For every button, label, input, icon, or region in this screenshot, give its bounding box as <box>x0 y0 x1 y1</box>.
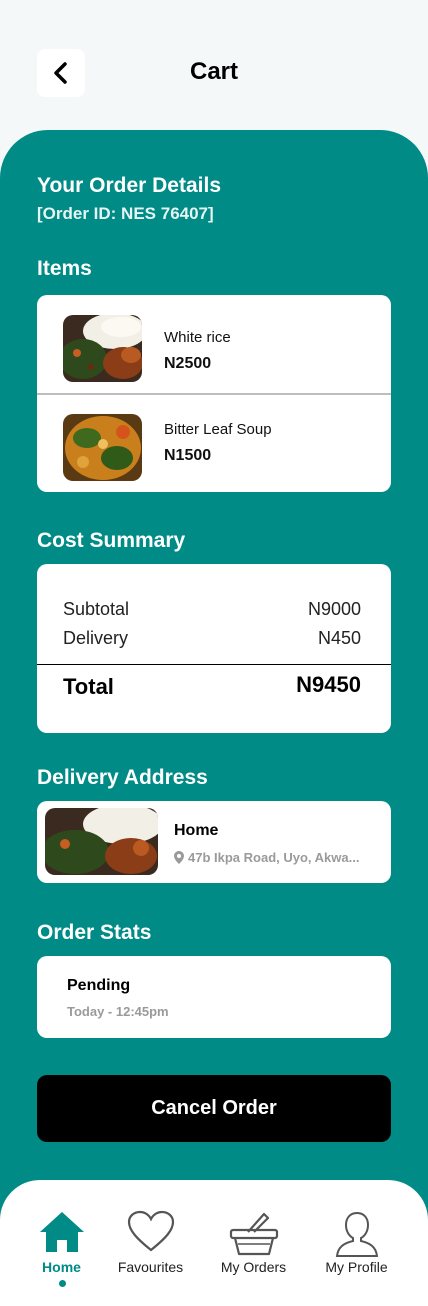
order-stats-heading: Order Stats <box>37 921 152 944</box>
location-pin-icon <box>174 851 184 864</box>
subtotal-label: Subtotal <box>63 599 130 619</box>
address-thumbnail <box>45 808 158 875</box>
items-card: White rice N2500 Bitter Leaf Soup N1500 <box>37 295 391 492</box>
delivery-label: Delivery <box>63 628 129 648</box>
active-indicator <box>58 1280 66 1287</box>
item-name: White rice <box>164 329 231 346</box>
cancel-order-button[interactable]: Cancel Order <box>37 1075 391 1142</box>
soup-dish-thumbnail <box>63 414 142 481</box>
delivery-value: N450 <box>317 628 361 648</box>
home-icon <box>39 1212 84 1252</box>
nav-label-my-profile: My Profile <box>325 1259 388 1275</box>
item-name: Bitter Leaf Soup <box>164 421 272 438</box>
cost-summary-card: Subtotal N9000 Delivery N450 Total N9450 <box>37 564 391 733</box>
rice-dish-thumbnail <box>63 315 142 382</box>
cost-summary-heading: Cost Summary <box>37 529 186 552</box>
status-time: Today - 12:45pm <box>67 1004 169 1019</box>
address-line: 47b Ikpa Road, Uyo, Akwa... <box>174 850 359 865</box>
address-text: 47b Ikpa Road, Uyo, Akwa... <box>188 850 360 865</box>
total-label: Total <box>63 674 114 699</box>
item-price: N1500 <box>164 447 212 464</box>
cost-divider <box>37 664 391 665</box>
nav-item-favourites[interactable]: Favourites <box>97 1180 204 1306</box>
basket-icon <box>229 1212 278 1256</box>
heart-icon <box>127 1210 174 1252</box>
order-stats-card: Pending Today - 12:45pm <box>37 956 391 1038</box>
subtotal-value: N9000 <box>307 599 361 619</box>
delivery-address-heading: Delivery Address <box>37 766 208 789</box>
nav-label-favourites: Favourites <box>117 1259 184 1275</box>
bottom-nav: Home Favourites My Orders My Profile <box>0 1180 428 1306</box>
header: Cart <box>0 0 428 135</box>
nav-item-my-orders[interactable]: My Orders <box>200 1180 307 1306</box>
address-name: Home <box>174 822 219 839</box>
person-icon <box>335 1211 378 1257</box>
items-heading: Items <box>37 257 92 280</box>
total-value: N9450 <box>296 672 361 697</box>
list-item[interactable]: White rice N2500 <box>37 295 391 393</box>
nav-item-my-profile[interactable]: My Profile <box>303 1180 410 1306</box>
delivery-address-card[interactable]: Home 47b Ikpa Road, Uyo, Akwa... <box>37 801 391 883</box>
status-text: Pending <box>67 977 131 994</box>
nav-label-my-orders: My Orders <box>220 1259 287 1275</box>
page-title: Cart <box>189 58 238 85</box>
list-item[interactable]: Bitter Leaf Soup N1500 <box>37 394 391 492</box>
order-heading: Your Order Details <box>37 174 221 197</box>
item-price: N2500 <box>164 355 212 372</box>
order-id: [Order ID: NES 76407] <box>37 204 214 223</box>
